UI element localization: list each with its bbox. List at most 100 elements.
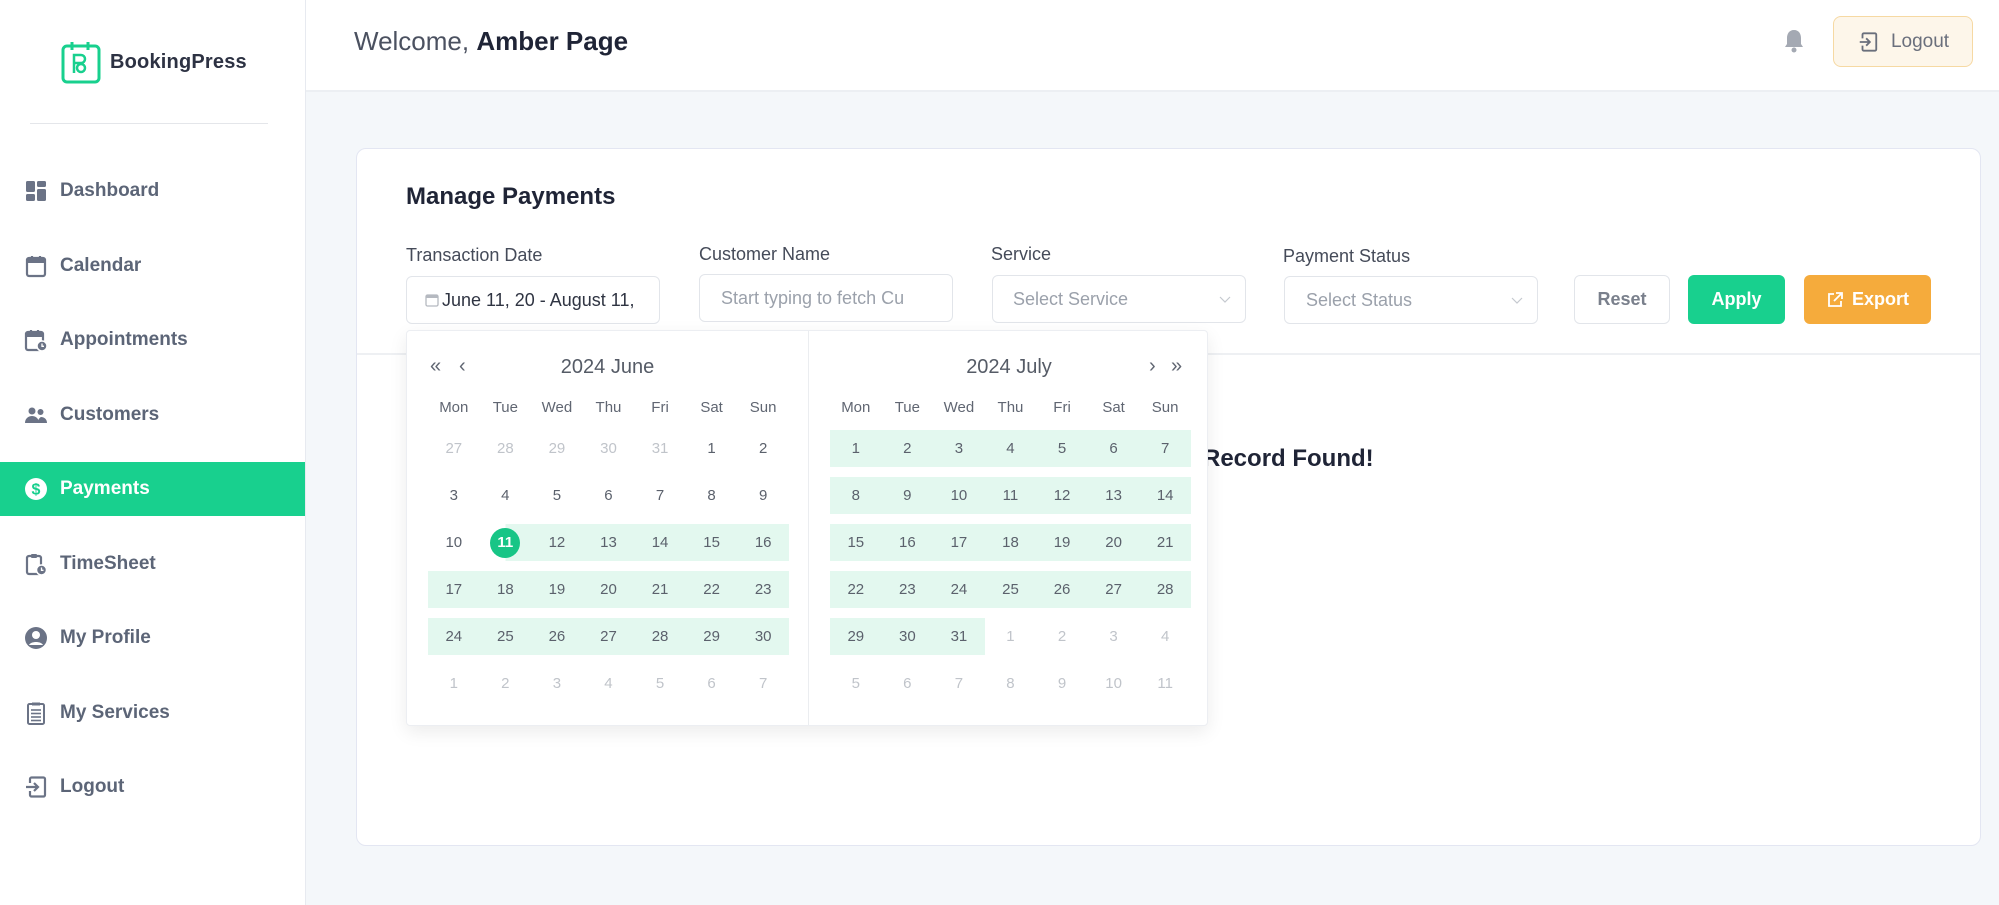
calendar-day[interactable]: 21 xyxy=(634,571,686,608)
sidebar-item-customers[interactable]: Customers xyxy=(0,388,305,442)
calendar-day[interactable]: 31 xyxy=(634,430,686,467)
calendar-day[interactable]: 14 xyxy=(634,524,686,561)
export-button[interactable]: Export xyxy=(1804,275,1931,324)
header-logout-button[interactable]: Logout xyxy=(1833,16,1973,67)
payment-status-select[interactable]: Select Status xyxy=(1284,276,1538,324)
calendar-day[interactable]: 7 xyxy=(933,665,985,702)
calendar-day[interactable]: 13 xyxy=(1087,477,1140,514)
calendar-day[interactable]: 9 xyxy=(737,477,789,514)
calendar-day[interactable]: 16 xyxy=(737,524,789,561)
calendar-day[interactable]: 20 xyxy=(582,571,635,608)
calendar-day[interactable]: 31 xyxy=(933,618,985,655)
calendar-day[interactable]: 5 xyxy=(531,477,583,514)
next-year-button[interactable]: » xyxy=(1171,355,1182,377)
calendar-day[interactable]: 19 xyxy=(1036,524,1088,561)
apply-button[interactable]: Apply xyxy=(1688,275,1785,324)
calendar-day[interactable]: 8 xyxy=(686,477,738,514)
sidebar-item-my-profile[interactable]: My Profile xyxy=(0,611,305,665)
calendar-day[interactable]: 24 xyxy=(428,618,480,655)
calendar-day[interactable]: 9 xyxy=(1036,665,1088,702)
calendar-day[interactable]: 8 xyxy=(985,665,1037,702)
sidebar-item-calendar[interactable]: Calendar xyxy=(0,239,305,293)
service-select[interactable]: Select Service xyxy=(992,275,1246,323)
calendar-day[interactable]: 3 xyxy=(933,430,985,467)
calendar-day[interactable]: 6 xyxy=(882,665,934,702)
calendar-day[interactable]: 3 xyxy=(531,665,583,702)
calendar-day[interactable]: 16 xyxy=(881,524,934,561)
calendar-day[interactable]: 22 xyxy=(830,571,882,608)
calendar-day[interactable]: 4 xyxy=(583,665,635,702)
calendar-day[interactable]: 1 xyxy=(985,618,1037,655)
calendar-day[interactable]: 11 xyxy=(1139,665,1191,702)
calendar-day[interactable]: 20 xyxy=(1087,524,1140,561)
calendar-day[interactable]: 2 xyxy=(1036,618,1088,655)
calendar-day[interactable]: 27 xyxy=(428,430,480,467)
brand-logo[interactable]: BookingPress xyxy=(60,40,247,84)
calendar-day[interactable]: 5 xyxy=(830,665,882,702)
calendar-day[interactable]: 28 xyxy=(480,430,532,467)
calendar-day[interactable]: 30 xyxy=(737,618,789,655)
calendar-day[interactable]: 18 xyxy=(984,524,1037,561)
calendar-day[interactable]: 12 xyxy=(1036,477,1088,514)
calendar-day[interactable]: 19 xyxy=(531,571,583,608)
reset-button[interactable]: Reset xyxy=(1574,275,1670,324)
calendar-day[interactable]: 22 xyxy=(685,571,738,608)
calendar-day[interactable]: 8 xyxy=(830,477,882,514)
calendar-day[interactable]: 4 xyxy=(984,430,1037,467)
calendar-day[interactable]: 23 xyxy=(881,571,934,608)
customer-name-input[interactable]: Start typing to fetch Cu xyxy=(699,274,953,322)
calendar-day[interactable]: 1 xyxy=(428,665,480,702)
calendar-day[interactable]: 29 xyxy=(531,430,583,467)
calendar-day[interactable]: 3 xyxy=(1088,618,1140,655)
calendar-day-selected[interactable]: 11 xyxy=(479,524,532,561)
sidebar-item-timesheet[interactable]: TimeSheet xyxy=(0,537,305,591)
sidebar-item-appointments[interactable]: Appointments xyxy=(0,313,305,367)
next-month-button[interactable]: › xyxy=(1149,355,1156,377)
calendar-day[interactable]: 5 xyxy=(1036,430,1088,467)
calendar-day[interactable]: 6 xyxy=(583,477,635,514)
calendar-day[interactable]: 30 xyxy=(881,618,934,655)
calendar-day[interactable]: 7 xyxy=(1139,430,1191,467)
calendar-day[interactable]: 3 xyxy=(428,477,480,514)
calendar-day[interactable]: 27 xyxy=(1087,571,1140,608)
transaction-date-range-input[interactable]: June 11, 20 - August 11, xyxy=(406,276,660,324)
calendar-day[interactable]: 29 xyxy=(685,618,738,655)
calendar-day[interactable]: 14 xyxy=(1139,477,1191,514)
sidebar-item-dashboard[interactable]: Dashboard xyxy=(0,164,305,218)
calendar-day[interactable]: 1 xyxy=(686,430,738,467)
calendar-day[interactable]: 2 xyxy=(480,665,532,702)
notification-bell-icon[interactable] xyxy=(1782,28,1806,54)
sidebar-item-payments[interactable]: $ Payments xyxy=(0,462,305,516)
calendar-day[interactable]: 28 xyxy=(1139,571,1191,608)
calendar-day[interactable]: 25 xyxy=(479,618,532,655)
sidebar-item-my-services[interactable]: My Services xyxy=(0,686,305,740)
calendar-day[interactable]: 7 xyxy=(737,665,789,702)
calendar-day[interactable]: 7 xyxy=(634,477,686,514)
calendar-day[interactable]: 4 xyxy=(1139,618,1191,655)
calendar-day[interactable]: 13 xyxy=(582,524,635,561)
calendar-day[interactable]: 12 xyxy=(531,524,583,561)
calendar-day[interactable]: 29 xyxy=(830,618,882,655)
calendar-day[interactable]: 24 xyxy=(933,571,985,608)
calendar-day[interactable]: 10 xyxy=(933,477,985,514)
calendar-day[interactable]: 21 xyxy=(1139,524,1191,561)
calendar-day[interactable]: 9 xyxy=(881,477,934,514)
calendar-day[interactable]: 18 xyxy=(479,571,532,608)
calendar-day[interactable]: 6 xyxy=(1087,430,1140,467)
calendar-day[interactable]: 27 xyxy=(582,618,635,655)
calendar-day[interactable]: 28 xyxy=(634,618,686,655)
sidebar-item-logout[interactable]: Logout xyxy=(0,760,305,814)
calendar-day[interactable]: 15 xyxy=(830,524,882,561)
calendar-day[interactable]: 15 xyxy=(685,524,738,561)
calendar-day[interactable]: 10 xyxy=(428,524,480,561)
calendar-day[interactable]: 11 xyxy=(984,477,1037,514)
calendar-day[interactable]: 1 xyxy=(830,430,882,467)
calendar-day[interactable]: 6 xyxy=(686,665,738,702)
calendar-day[interactable]: 17 xyxy=(428,571,480,608)
calendar-day[interactable]: 23 xyxy=(737,571,789,608)
calendar-day[interactable]: 30 xyxy=(583,430,635,467)
calendar-day[interactable]: 26 xyxy=(1036,571,1088,608)
calendar-day[interactable]: 26 xyxy=(531,618,583,655)
calendar-day[interactable]: 2 xyxy=(881,430,934,467)
calendar-day[interactable]: 5 xyxy=(634,665,686,702)
